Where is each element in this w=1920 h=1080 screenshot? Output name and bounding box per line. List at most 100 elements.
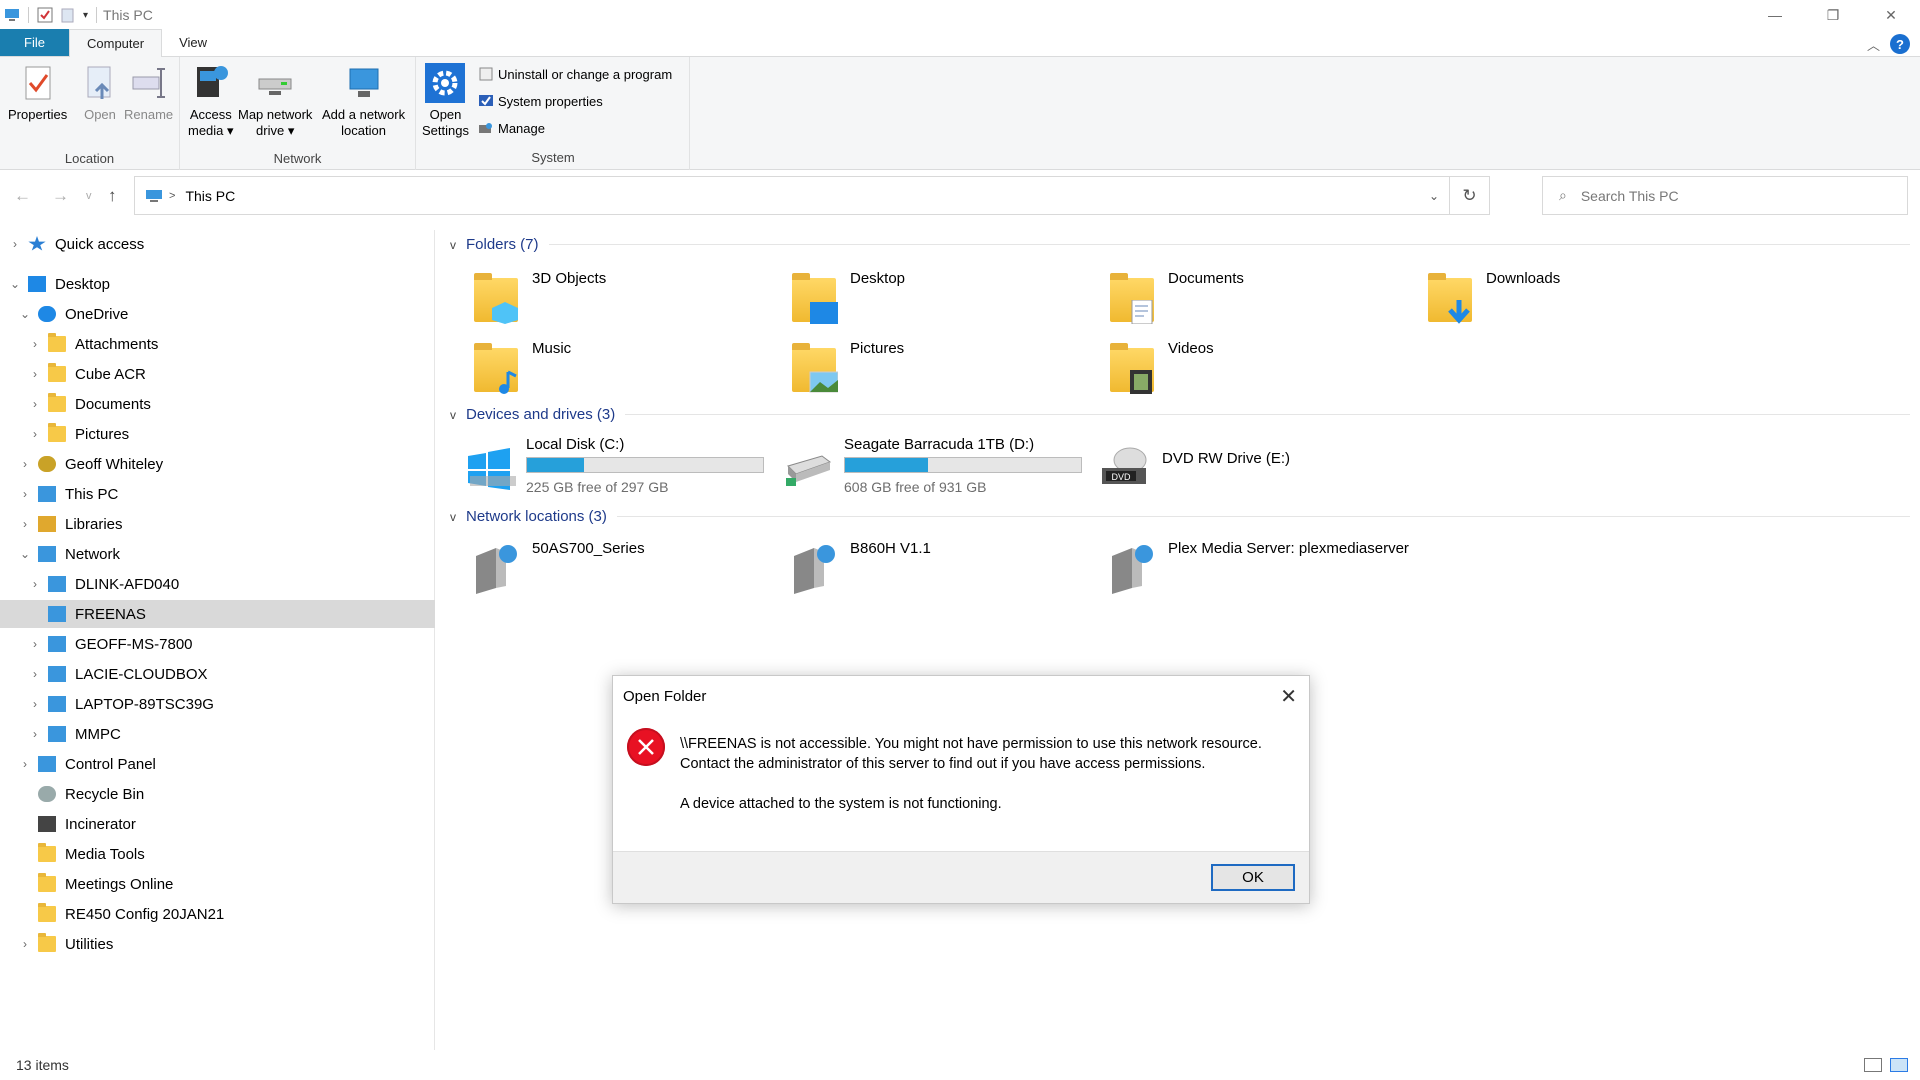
open-settings-button[interactable]: Open Settings — [422, 63, 469, 139]
properties-icon[interactable] — [37, 7, 53, 23]
folders-section-header[interactable]: v Folders (7) — [450, 236, 1910, 253]
new-folder-icon[interactable] — [61, 7, 75, 23]
chevron-right-icon[interactable]: › — [28, 397, 42, 411]
collapse-icon[interactable]: v — [450, 408, 456, 422]
nav-item[interactable]: › Utilities — [0, 930, 435, 958]
drive-seagate-d[interactable]: Seagate Barracuda 1TB (D:) 608 GB free o… — [782, 436, 1082, 495]
nav-item[interactable]: › Quick access — [0, 230, 435, 258]
chevron-right-icon[interactable]: › — [28, 427, 42, 441]
dialog-close-icon[interactable]: ✕ — [1280, 684, 1297, 709]
add-network-location-button[interactable]: Add a network location — [322, 63, 405, 139]
nav-item[interactable]: › Pictures — [0, 420, 435, 448]
breadcrumb-this-pc[interactable]: This PC — [185, 188, 235, 204]
nav-item[interactable]: Media Tools — [0, 840, 435, 868]
nav-item[interactable]: ⌄ Desktop — [0, 270, 435, 298]
folder-downloads[interactable]: Downloads — [1424, 270, 1560, 324]
collapse-icon[interactable]: v — [450, 238, 456, 252]
tab-file[interactable]: File — [0, 29, 69, 56]
minimize-icon[interactable]: — — [1746, 0, 1804, 30]
nav-item[interactable]: › LAPTOP-89TSC39G — [0, 690, 435, 718]
search-box[interactable]: ⌕ — [1542, 176, 1908, 215]
network-location-plex[interactable]: Plex Media Server: plexmediaserver — [1106, 540, 1409, 594]
recent-locations-icon[interactable]: v — [86, 190, 92, 202]
search-input[interactable] — [1580, 187, 1881, 204]
forward-icon[interactable]: → — [52, 186, 69, 206]
nav-item[interactable]: › GEOFF-MS-7800 — [0, 630, 435, 658]
nav-item-label: Media Tools — [65, 845, 145, 863]
ok-button[interactable]: OK — [1211, 864, 1295, 891]
minimize-ribbon-icon[interactable]: ︿ — [1867, 35, 1880, 54]
refresh-icon[interactable]: ↻ — [1449, 177, 1489, 214]
folder-desktop[interactable]: Desktop — [788, 270, 905, 324]
nav-item[interactable]: › MMPC — [0, 720, 435, 748]
nav-item[interactable]: ⌄ OneDrive — [0, 300, 435, 328]
network-location-50as700[interactable]: 50AS700_Series — [470, 540, 645, 594]
manage-button[interactable]: Manage — [478, 120, 545, 136]
chevron-down-icon[interactable]: ⌄ — [18, 547, 32, 561]
access-media-button[interactable]: Access media ▾ — [188, 63, 234, 139]
rename-button[interactable]: Rename — [124, 63, 173, 123]
folder-3d-objects[interactable]: 3D Objects — [470, 270, 606, 324]
uninstall-program-button[interactable]: Uninstall or change a program — [478, 66, 672, 82]
nav-item[interactable]: FREENAS — [0, 600, 435, 628]
map-network-drive-button[interactable]: Map network drive ▾ — [238, 63, 312, 139]
folder-videos[interactable]: Videos — [1106, 340, 1214, 394]
nav-item[interactable]: › Control Panel — [0, 750, 435, 778]
properties-button[interactable]: Properties — [8, 63, 67, 123]
system-properties-button[interactable]: System properties — [478, 93, 603, 109]
restore-icon[interactable]: ❐ — [1804, 0, 1862, 30]
network-location-b860h[interactable]: B860H V1.1 — [788, 540, 931, 594]
chevron-right-icon[interactable]: › — [18, 937, 32, 951]
network-section-header[interactable]: v Network locations (3) — [450, 508, 1910, 525]
back-icon[interactable]: ← — [14, 186, 31, 206]
nav-item[interactable]: › Documents — [0, 390, 435, 418]
chevron-right-icon[interactable]: › — [28, 367, 42, 381]
chevron-down-icon[interactable]: ⌄ — [8, 277, 22, 291]
chevron-right-icon[interactable]: › — [18, 487, 32, 501]
chevron-right-icon[interactable]: › — [28, 577, 42, 591]
chevron-right-icon[interactable]: › — [28, 667, 42, 681]
close-icon[interactable]: ✕ — [1862, 0, 1920, 30]
tiles-view-icon[interactable] — [1890, 1058, 1908, 1072]
help-icon[interactable]: ? — [1890, 34, 1910, 54]
nav-item[interactable]: › Cube ACR — [0, 360, 435, 388]
dialog-footer: OK — [613, 851, 1309, 903]
chevron-right-icon[interactable]: › — [18, 517, 32, 531]
nav-item[interactable]: RE450 Config 20JAN21 — [0, 900, 435, 928]
tab-view[interactable]: View — [162, 29, 224, 56]
drive-dvd-e[interactable]: DVD DVD RW Drive (E:) — [1100, 442, 1290, 496]
chevron-right-icon[interactable]: › — [28, 727, 42, 741]
chevron-right-icon[interactable]: › — [18, 757, 32, 771]
chevron-right-icon[interactable]: › — [18, 457, 32, 471]
address-dropdown-icon[interactable]: ⌄ — [1429, 189, 1439, 203]
chevron-right-icon[interactable]: › — [8, 237, 22, 251]
up-icon[interactable]: ↑ — [108, 186, 117, 206]
nav-item[interactable]: › LACIE-CLOUDBOX — [0, 660, 435, 688]
nav-item[interactable]: › Geoff Whiteley — [0, 450, 435, 478]
details-view-icon[interactable] — [1864, 1058, 1882, 1072]
customize-toolbar-icon[interactable]: ▾ — [83, 10, 88, 21]
chevron-right-icon[interactable]: › — [28, 697, 42, 711]
dialog-message-line-2: Contact the administrator of this server… — [680, 756, 1206, 772]
drives-section-header[interactable]: v Devices and drives (3) — [450, 406, 1910, 423]
chevron-right-icon[interactable]: › — [28, 337, 42, 351]
nav-item[interactable]: ⌄ Network — [0, 540, 435, 568]
folder-pictures[interactable]: Pictures — [788, 340, 904, 394]
nav-item[interactable]: Recycle Bin — [0, 780, 435, 808]
drive-local-disk-c[interactable]: Local Disk (C:) 225 GB free of 297 GB — [464, 436, 764, 495]
tab-computer[interactable]: Computer — [69, 29, 163, 57]
chevron-right-icon[interactable]: › — [28, 637, 42, 651]
collapse-icon[interactable]: v — [450, 510, 456, 524]
nav-item[interactable]: Incinerator — [0, 810, 435, 838]
address-bar[interactable]: > This PC ⌄ ↻ — [134, 176, 1490, 215]
open-button[interactable]: Open — [80, 63, 120, 123]
chevron-down-icon[interactable]: ⌄ — [18, 307, 32, 321]
nav-item[interactable]: › DLINK-AFD040 — [0, 570, 435, 598]
folder-documents[interactable]: Documents — [1106, 270, 1244, 324]
nav-item[interactable]: Meetings Online — [0, 870, 435, 898]
nav-item[interactable]: › This PC — [0, 480, 435, 508]
nav-item[interactable]: › Libraries — [0, 510, 435, 538]
folder-music[interactable]: Music — [470, 340, 571, 394]
monitor-icon — [28, 276, 46, 292]
nav-item[interactable]: › Attachments — [0, 330, 435, 358]
